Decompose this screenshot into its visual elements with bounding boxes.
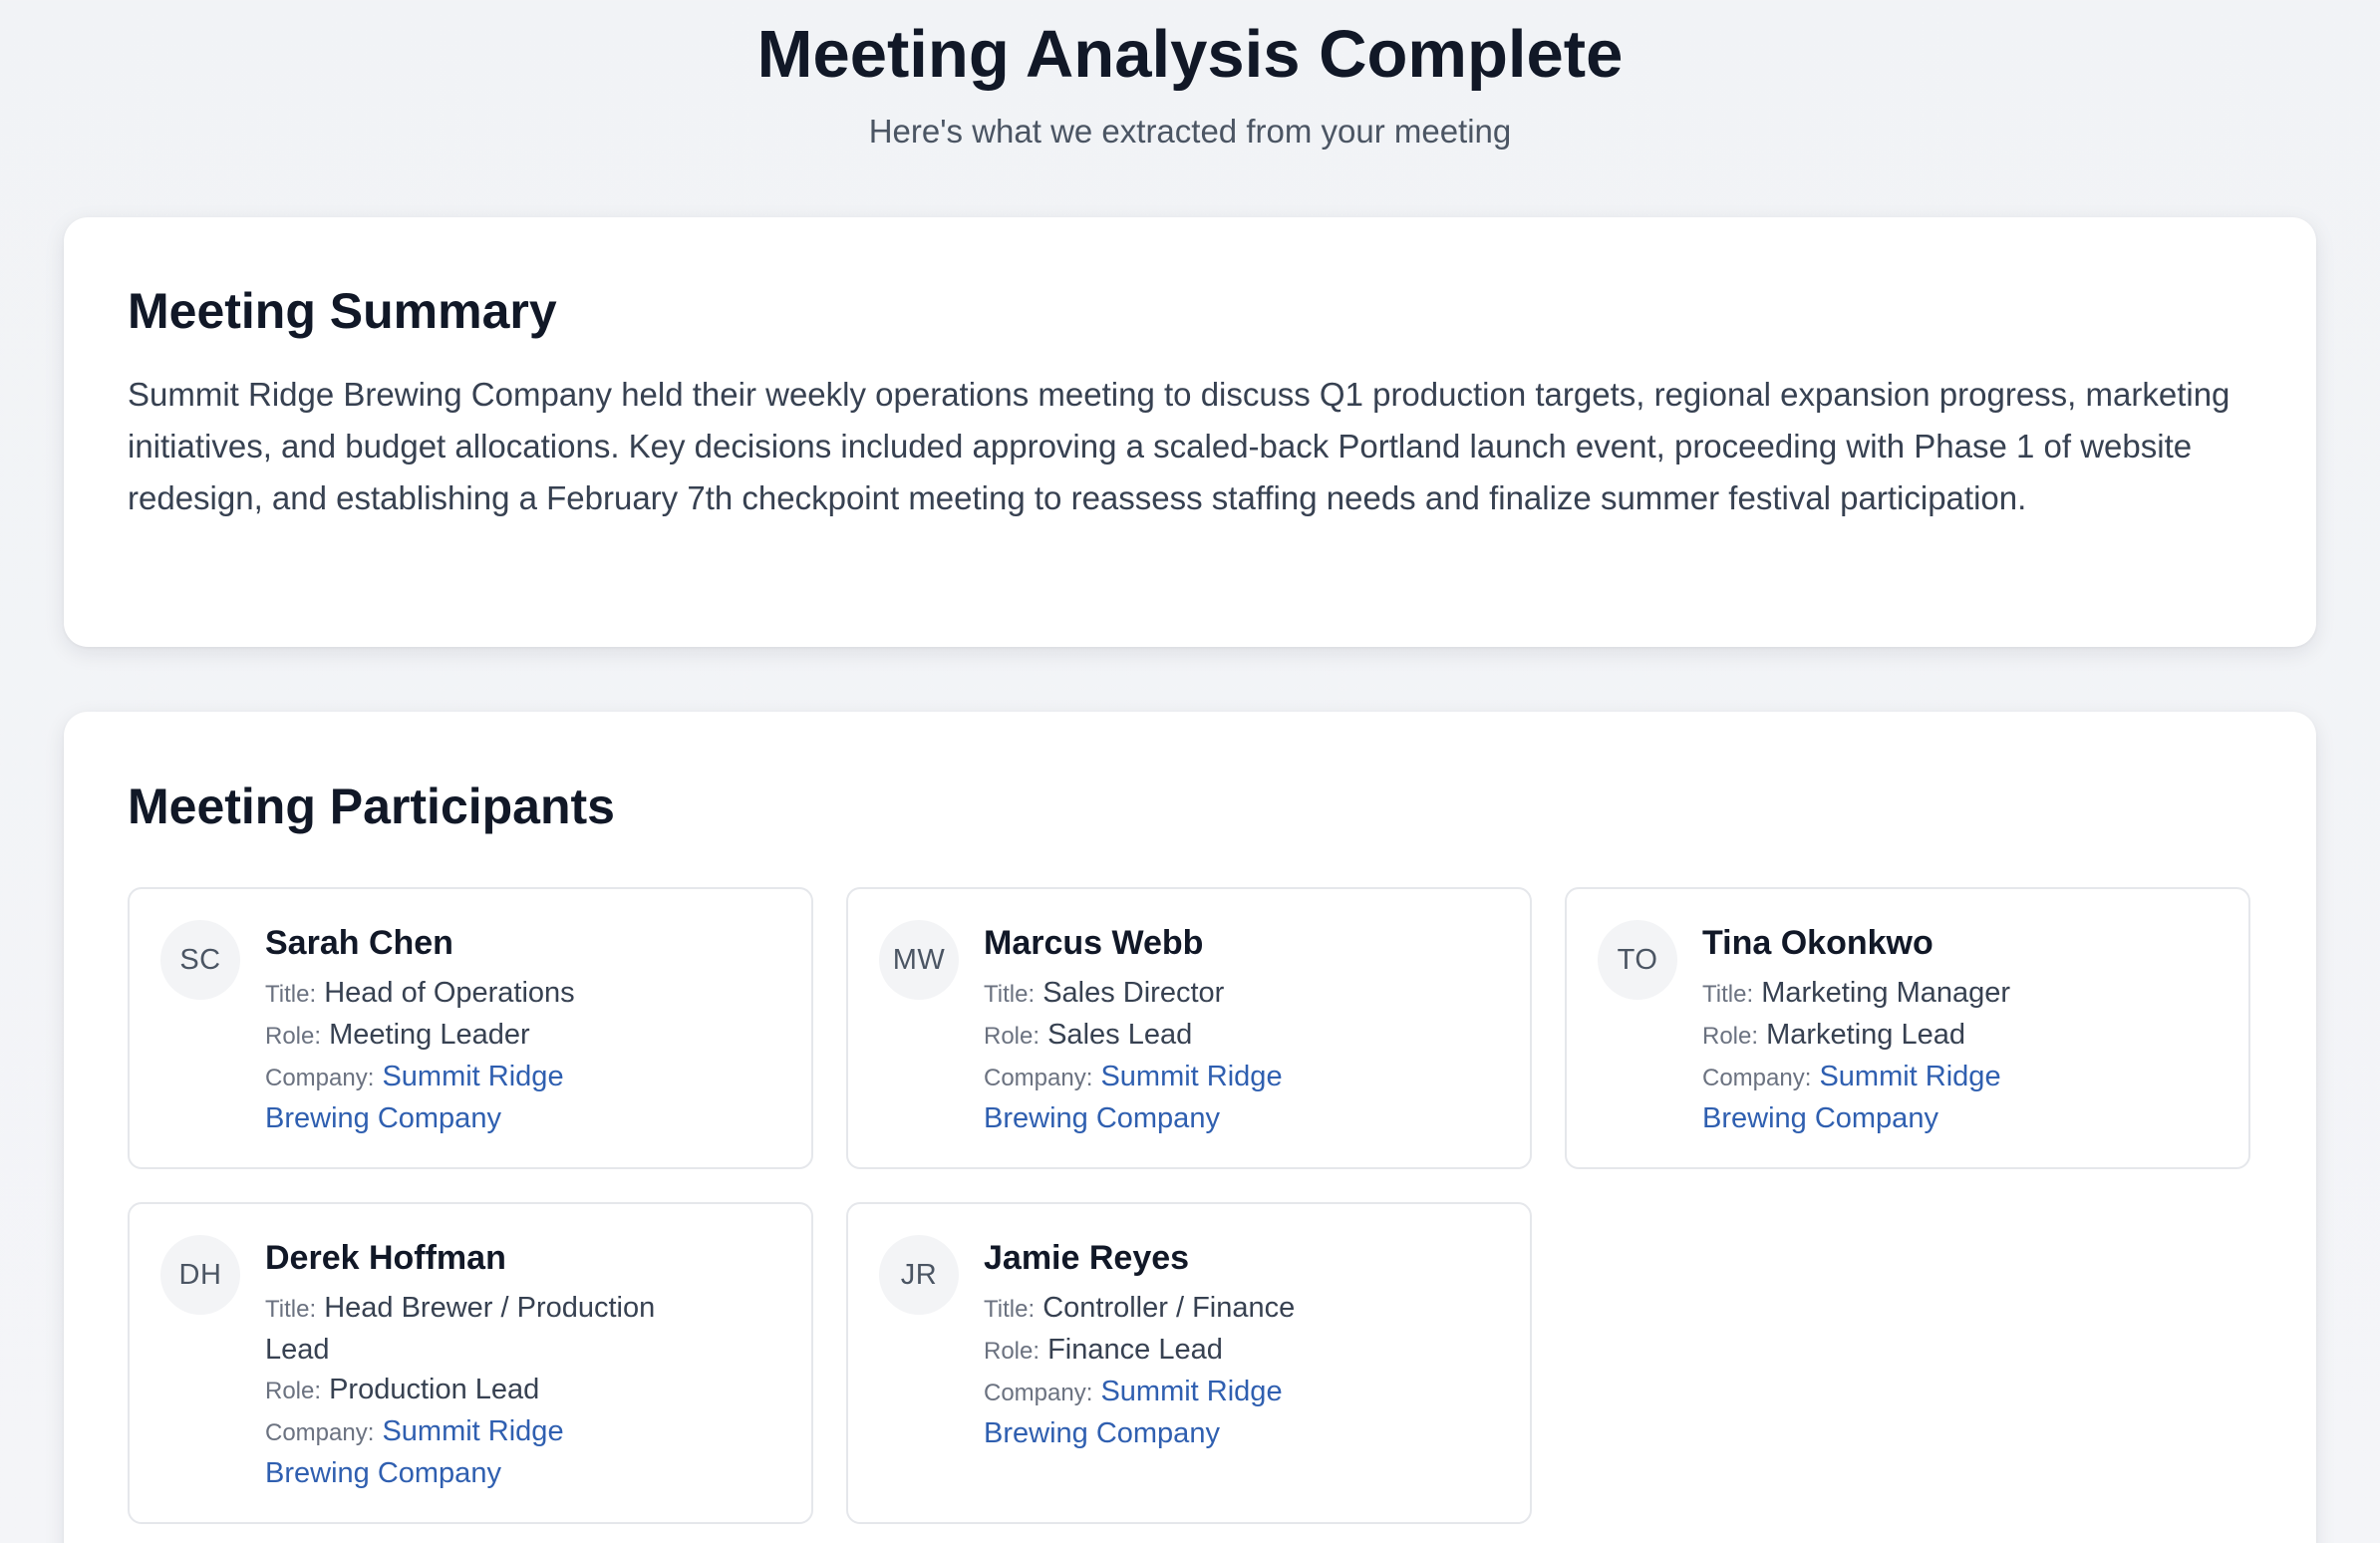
avatar: MW [879, 920, 959, 1000]
participant-title: Title: Marketing Manager [1702, 973, 2141, 1015]
participant-name: Tina Okonkwo [1702, 924, 1934, 962]
participant-name: Derek Hoffman [265, 1239, 506, 1277]
title-value: Marketing Manager [1761, 977, 2011, 1009]
role-label: Role: [265, 1023, 322, 1050]
company-label: Company: [984, 1380, 1093, 1406]
participant-title: Title: Head of Operations [265, 973, 704, 1015]
participant-company: Company: Summit Ridge Brewing Company [265, 1411, 594, 1493]
participants-title: Meeting Participants [128, 778, 615, 834]
participant-role: Role: Meeting Leader [265, 1015, 704, 1057]
participant-info: Marcus Webb Title: Sales Director Role: … [984, 923, 1422, 1138]
role-value: Production Lead [329, 1374, 540, 1405]
participant-company: Company: Summit Ridge Brewing Company [984, 1372, 1313, 1453]
avatar: JR [879, 1235, 959, 1315]
summary-title: Meeting Summary [128, 283, 557, 339]
role-value: Sales Lead [1047, 1019, 1193, 1051]
page-header: Meeting Analysis Complete Here's what we… [0, 0, 2380, 152]
avatar: DH [160, 1235, 240, 1315]
participant-company: Company: Summit Ridge Brewing Company [265, 1057, 594, 1138]
title-value: Sales Director [1042, 977, 1225, 1009]
participant-title: Title: Controller / Finance [984, 1288, 1422, 1330]
meeting-summary-card: Meeting Summary Summit Ridge Brewing Com… [64, 217, 2316, 647]
title-value: Head Brewer / Production Lead [265, 1292, 656, 1366]
participant-name: Jamie Reyes [984, 1239, 1190, 1277]
company-label: Company: [984, 1065, 1093, 1091]
company-label: Company: [265, 1065, 375, 1091]
title-label: Title: [265, 1296, 317, 1323]
participant-name: Sarah Chen [265, 924, 453, 962]
participant-title: Title: Head Brewer / Production Lead [265, 1288, 684, 1370]
participant-info: Derek Hoffman Title: Head Brewer / Produ… [265, 1238, 704, 1493]
page-subtitle: Here's what we extracted from your meeti… [868, 113, 1512, 150]
participant-info: Sarah Chen Title: Head of Operations Rol… [265, 923, 704, 1138]
role-label: Role: [265, 1378, 322, 1404]
participant-role: Role: Sales Lead [984, 1015, 1422, 1057]
participant-card-derek-hoffman: DH Derek Hoffman Title: Head Brewer / Pr… [128, 1202, 813, 1524]
participant-info: Tina Okonkwo Title: Marketing Manager Ro… [1702, 923, 2141, 1138]
participant-role: Role: Marketing Lead [1702, 1015, 2141, 1057]
title-value: Head of Operations [324, 977, 575, 1009]
role-label: Role: [984, 1338, 1041, 1365]
role-value: Marketing Lead [1766, 1019, 1965, 1051]
participant-name: Marcus Webb [984, 924, 1204, 962]
role-value: Meeting Leader [329, 1019, 530, 1051]
title-label: Title: [984, 981, 1036, 1008]
participant-role: Role: Finance Lead [984, 1330, 1422, 1372]
participant-card-jamie-reyes: JR Jamie Reyes Title: Controller / Finan… [846, 1202, 1532, 1524]
avatar: TO [1598, 920, 1677, 1000]
title-value: Controller / Finance [1042, 1292, 1296, 1324]
page-title: Meeting Analysis Complete [756, 17, 1624, 92]
title-label: Title: [1702, 981, 1754, 1008]
summary-text: Summit Ridge Brewing Company held their … [128, 376, 2231, 516]
participant-role: Role: Production Lead [265, 1370, 704, 1411]
participant-card-sarah-chen: SC Sarah Chen Title: Head of Operations … [128, 887, 813, 1169]
title-label: Title: [984, 1296, 1036, 1323]
participant-company: Company: Summit Ridge Brewing Company [984, 1057, 1313, 1138]
participant-title: Title: Sales Director [984, 973, 1422, 1015]
participant-info: Jamie Reyes Title: Controller / Finance … [984, 1238, 1422, 1453]
role-value: Finance Lead [1047, 1334, 1223, 1366]
participant-card-marcus-webb: MW Marcus Webb Title: Sales Director Rol… [846, 887, 1532, 1169]
role-label: Role: [1702, 1023, 1759, 1050]
company-label: Company: [265, 1419, 375, 1446]
role-label: Role: [984, 1023, 1041, 1050]
company-label: Company: [1702, 1065, 1812, 1091]
avatar: SC [160, 920, 240, 1000]
participant-card-tina-okonkwo: TO Tina Okonkwo Title: Marketing Manager… [1565, 887, 2250, 1169]
title-label: Title: [265, 981, 317, 1008]
participant-company: Company: Summit Ridge Brewing Company [1702, 1057, 2031, 1138]
meeting-participants-card: Meeting Participants SC Sarah Chen Title… [64, 712, 2316, 1543]
